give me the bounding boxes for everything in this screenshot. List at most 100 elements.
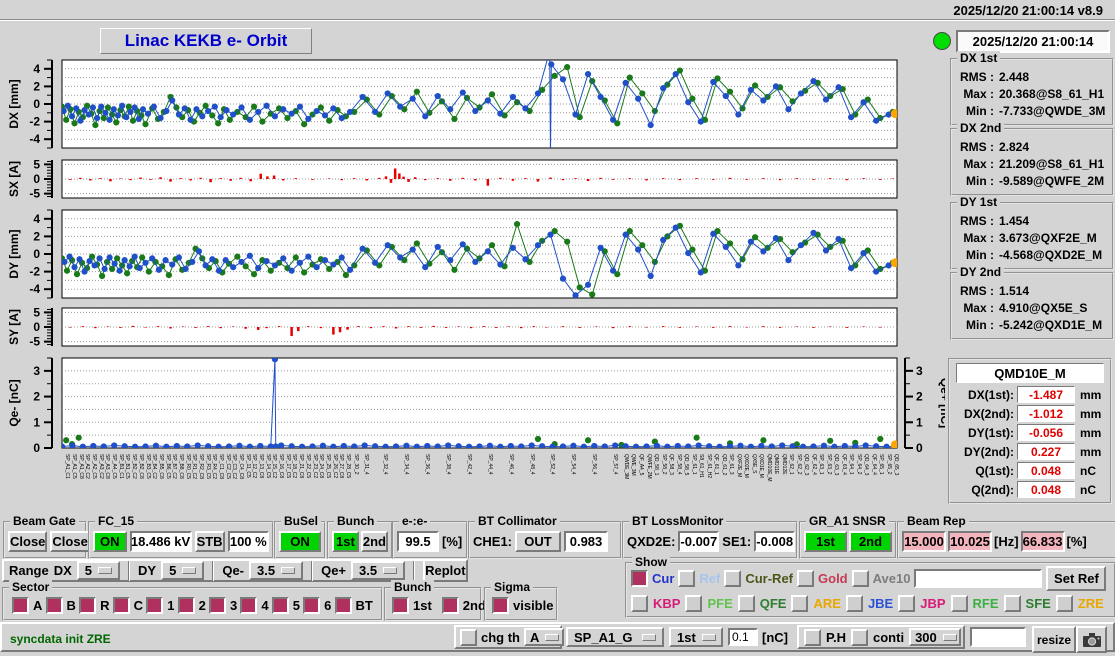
show-cur-checkbox[interactable]	[631, 569, 648, 587]
x-axis-label: SP_28_C5	[344, 454, 351, 479]
points-select[interactable]: 300	[909, 628, 962, 646]
snsr-2nd-button[interactable]: 2nd	[849, 530, 892, 552]
busel-on-button[interactable]: ON	[279, 530, 321, 552]
sector-item-2[interactable]: 2	[177, 596, 206, 614]
stats-dy2-title: DY 2nd	[957, 265, 1005, 279]
svg-text:2: 2	[33, 229, 40, 243]
svg-text:Qe+ [nC]: Qe+ [nC]	[938, 378, 945, 428]
svg-text:5: 5	[33, 157, 40, 171]
show-gold-checkbox[interactable]	[797, 569, 815, 587]
orbit-charts: 420-2-4DX [mm]50-5SX [A]420-2-4DY [mm]50…	[7, 59, 945, 455]
sector-6-checkbox[interactable]	[303, 596, 321, 614]
bunch-2nd-button[interactable]: 2nd	[360, 530, 388, 552]
x-axis-label: QMD11E	[773, 454, 780, 475]
sector-4-checkbox[interactable]	[240, 596, 258, 614]
beam-rep-value-2: 10.025	[948, 530, 992, 552]
mode-select[interactable]: A	[524, 628, 564, 646]
show-pfe-label: PFE	[707, 595, 733, 611]
range-dx-select[interactable]: 5	[76, 561, 121, 580]
x-axis-label: QD_58_5	[683, 454, 690, 476]
ph-checkbox[interactable]	[804, 628, 821, 646]
sector-item-b[interactable]: B	[45, 596, 76, 614]
stats-row: RMS :1.454	[960, 214, 1030, 228]
show-kbp-checkbox[interactable]	[631, 594, 648, 612]
sector-2-checkbox[interactable]	[177, 596, 195, 614]
chg-th-checkbox[interactable]	[460, 628, 477, 646]
bunch-filter-2nd[interactable]: 2nd	[441, 596, 486, 614]
x-axis-label: SP_R2_C8	[197, 454, 204, 480]
snsr-1st-button[interactable]: 1st	[804, 530, 847, 552]
extra-input[interactable]	[970, 627, 1026, 647]
fc15-on-button[interactable]: ON	[93, 530, 127, 552]
range-qep-label: Qe+	[321, 563, 347, 578]
sector-r-checkbox[interactable]	[79, 596, 97, 614]
resize-button[interactable]: resize	[1032, 626, 1076, 653]
sector-3-checkbox[interactable]	[208, 596, 226, 614]
range-dy-label: DY	[138, 563, 157, 578]
svg-text:1: 1	[33, 415, 40, 429]
bunch-1st-button[interactable]: 1st	[332, 530, 359, 552]
show-pfe-checkbox[interactable]	[685, 594, 703, 612]
sector-item-3[interactable]: 3	[208, 596, 237, 614]
range-bar: Range DX 5 DY 5 Qe- 3.5 Qe+ 3.5 Replot	[2, 559, 468, 582]
show-curref-checkbox[interactable]	[724, 569, 742, 587]
show-ave10-checkbox[interactable]	[851, 569, 869, 587]
range-qem-select[interactable]: 3.5	[249, 561, 304, 580]
conti-checkbox[interactable]	[851, 628, 868, 646]
show-jbp-checkbox[interactable]	[898, 594, 916, 612]
x-axis-label: QX5E_S	[750, 454, 757, 474]
bt-collimator-out-button[interactable]: OUT	[515, 530, 562, 552]
show-sfe-checkbox[interactable]	[1003, 594, 1021, 612]
sector-item-bt[interactable]: BT	[334, 596, 373, 614]
snsr-group: GR_A1 SNSR 1st 2nd	[799, 514, 897, 559]
threshold-input[interactable]	[728, 628, 758, 646]
show-cur-label: Cur	[652, 570, 675, 586]
x-axis-label: SP_R4_C2	[211, 454, 218, 480]
sector-bt-checkbox[interactable]	[334, 596, 352, 614]
beam-gate-close-button-1[interactable]: Close	[8, 530, 48, 552]
replot-button[interactable]: Replot	[423, 559, 468, 582]
show-rfe-label: RFE	[972, 595, 999, 611]
screenshot-button[interactable]	[1076, 626, 1107, 653]
sector-a-checkbox[interactable]	[12, 596, 29, 614]
bunch-filter-1st[interactable]: 1st	[392, 596, 432, 614]
bunch-2nd-checkbox[interactable]	[441, 596, 459, 614]
monitor-value: -1.487	[1017, 386, 1075, 403]
show-zre-checkbox[interactable]	[1055, 594, 1073, 612]
sector-item-5[interactable]: 5	[271, 596, 300, 614]
show-ref-checkbox[interactable]	[678, 569, 696, 587]
bunch-select[interactable]: 1st	[669, 627, 723, 647]
x-axis-label: SP_A4_C5	[111, 454, 118, 479]
sector-item-a[interactable]: A	[12, 596, 42, 614]
show-rfe-checkbox[interactable]	[950, 594, 968, 612]
sector-item-c[interactable]: C	[112, 596, 143, 614]
sp-select[interactable]: SP_A1_G	[566, 627, 664, 647]
ee-ratio-unit: [%]	[442, 533, 463, 549]
show-jbp-label: JBP	[920, 595, 946, 611]
beam-gate-close-button-2[interactable]: Close	[50, 530, 90, 552]
range-dy-select[interactable]: 5	[161, 561, 205, 580]
sigma-visible-checkbox[interactable]	[492, 596, 509, 614]
sector-c-checkbox[interactable]	[112, 596, 130, 614]
sector-5-checkbox[interactable]	[271, 596, 289, 614]
show-jbe-checkbox[interactable]	[845, 594, 863, 612]
sector-1-checkbox[interactable]	[146, 596, 164, 614]
x-axis-label: SP_B4_C2	[151, 454, 158, 479]
option-menu-dash-icon	[98, 567, 113, 574]
show-are-checkbox[interactable]	[791, 594, 809, 612]
set-ref-button[interactable]: Set Ref	[1046, 565, 1107, 591]
option-menu-dash-icon	[383, 567, 398, 574]
sector-b-checkbox[interactable]	[45, 596, 63, 614]
ref-name-input[interactable]	[914, 568, 1043, 588]
sector-item-4[interactable]: 4	[240, 596, 269, 614]
sector-item-1[interactable]: 1	[146, 596, 174, 614]
show-gold-label: Gold	[818, 570, 848, 586]
fc15-stb-button[interactable]: STB	[194, 530, 225, 552]
range-qep-select[interactable]: 3.5	[351, 561, 406, 580]
page-title: Linac KEKB e- Orbit	[100, 28, 312, 54]
sector-item-6[interactable]: 6	[303, 596, 331, 614]
sector-item-r[interactable]: R	[79, 596, 109, 614]
x-axis-label: SP_A1_C5	[71, 454, 78, 479]
show-qfe-checkbox[interactable]	[737, 594, 755, 612]
bunch-1st-checkbox[interactable]	[392, 596, 409, 614]
